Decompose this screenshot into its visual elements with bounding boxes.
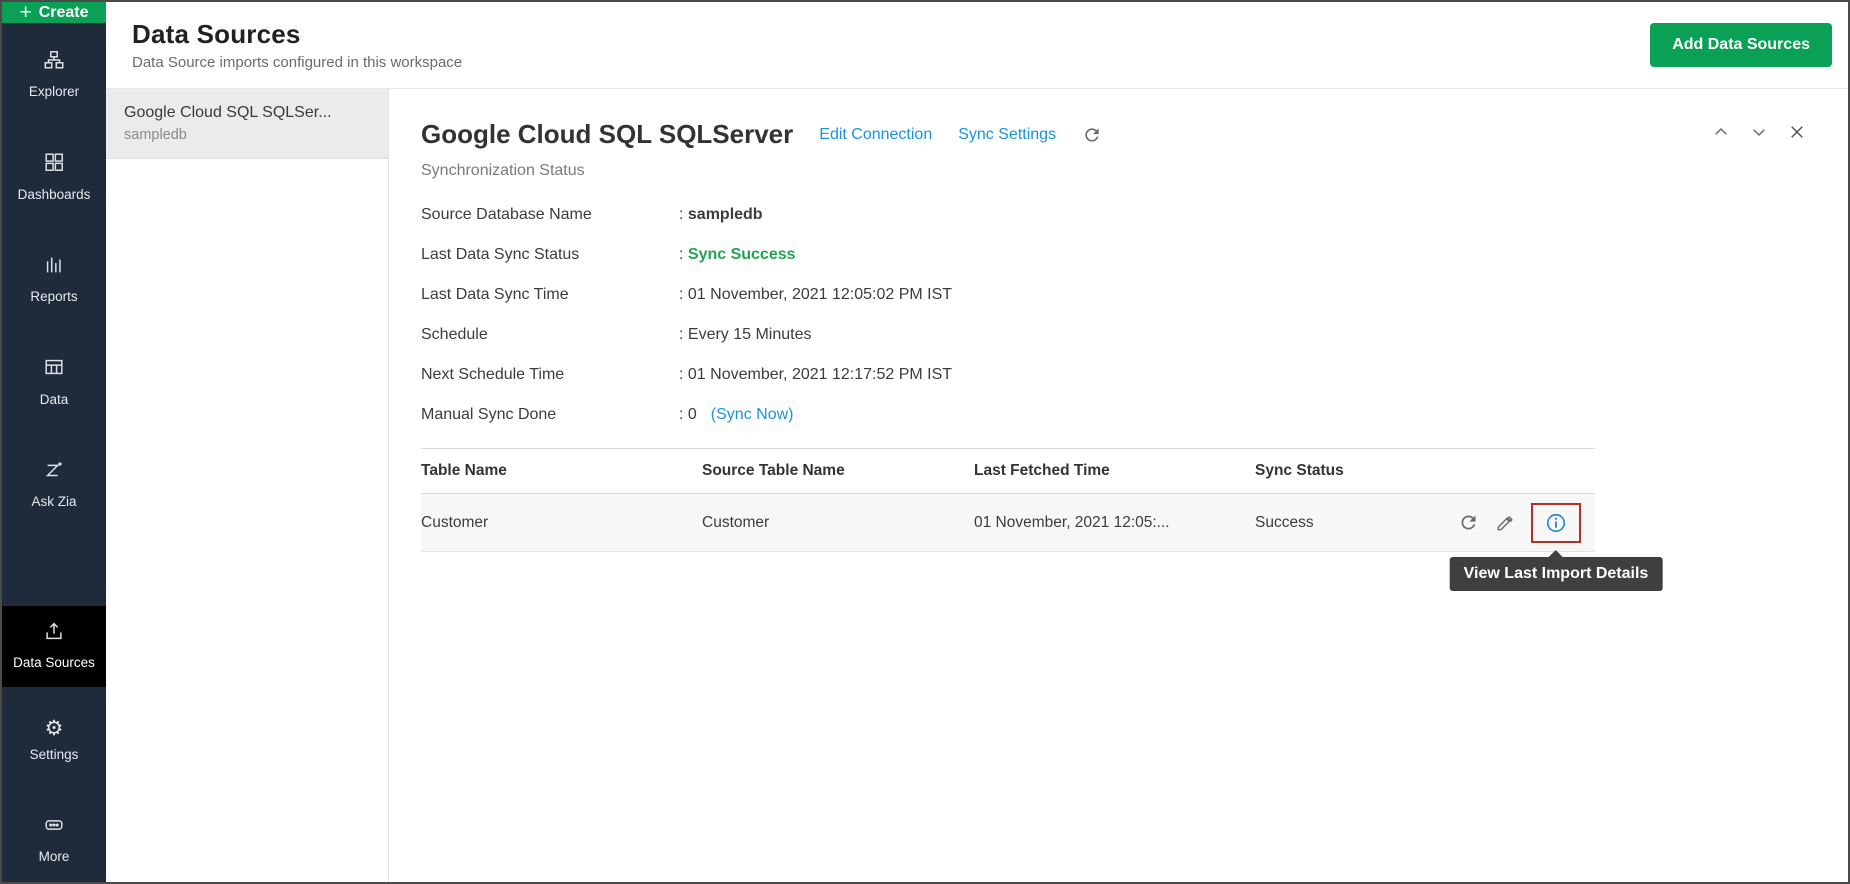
ask-zia-icon (43, 459, 65, 486)
sidebar: + Create Explorer Dashboards Report (2, 2, 106, 882)
field-source-database-name: Source Database Name sampledb (421, 204, 1808, 226)
info-icon[interactable] (1545, 512, 1567, 534)
cell-sync-status: Success (1255, 514, 1445, 532)
field-value: Every 15 Minutes (688, 326, 812, 343)
field-last-data-sync-time: Last Data Sync Time 01 November, 2021 12… (421, 284, 1808, 306)
sidebar-item-label: Ask Zia (31, 493, 76, 511)
source-list-panel: Google Cloud SQL SQLSer... sampledb (106, 89, 389, 882)
field-value: 0 (688, 406, 697, 423)
sidebar-item-settings[interactable]: ⚙ Settings (2, 707, 106, 774)
detail-panel: Google Cloud SQL SQLServer Edit Connecti… (389, 89, 1848, 882)
field-manual-sync-done: Manual Sync Done 0(Sync Now) (421, 404, 1808, 426)
column-header: Sync Status (1255, 462, 1445, 480)
field-schedule: Schedule Every 15 Minutes (421, 324, 1808, 346)
field-value: 01 November, 2021 12:05:02 PM IST (688, 286, 952, 303)
source-name: Google Cloud SQL SQLSer... (124, 104, 370, 122)
row-actions: View Last Import Details (1445, 503, 1595, 543)
sidebar-item-label: Explorer (29, 83, 79, 101)
dashboards-icon (43, 151, 65, 178)
table-header-row: Table Name Source Table Name Last Fetche… (421, 448, 1595, 494)
chevron-up-icon[interactable] (1712, 123, 1730, 141)
data-icon (43, 356, 65, 383)
sidebar-item-label: More (39, 848, 70, 866)
sidebar-item-data[interactable]: Data (2, 346, 106, 418)
field-last-data-sync-status: Last Data Sync Status Sync Success (421, 244, 1808, 266)
create-button[interactable]: + Create (2, 2, 106, 23)
sync-status-section-title: Synchronization Status (421, 162, 1808, 180)
cell-last-fetched-time: 01 November, 2021 12:05:... (974, 514, 1255, 532)
content-row: Google Cloud SQL SQLSer... sampledb Goog… (106, 89, 1848, 882)
cell-table-name: Customer (421, 514, 702, 532)
field-value: sampledb (688, 206, 763, 223)
field-next-schedule-time: Next Schedule Time 01 November, 2021 12:… (421, 364, 1808, 386)
sidebar-item-label: Reports (30, 288, 77, 306)
cell-source-table-name: Customer (702, 514, 974, 532)
sync-now-link[interactable]: (Sync Now) (711, 406, 794, 423)
sidebar-item-label: Data Sources (13, 654, 95, 672)
settings-gear-icon: ⚙ (45, 717, 64, 739)
sidebar-item-label: Settings (30, 746, 79, 764)
sidebar-item-data-sources[interactable]: Data Sources (2, 606, 106, 686)
page-title: Data Sources (132, 19, 462, 50)
sidebar-nav: Explorer Dashboards Reports Data (2, 23, 106, 882)
sidebar-item-explorer[interactable]: Explorer (2, 39, 106, 111)
sidebar-item-label: Data (40, 391, 69, 409)
sidebar-item-label: Dashboards (18, 186, 91, 204)
sidebar-item-reports[interactable]: Reports (2, 244, 106, 316)
column-header: Last Fetched Time (974, 462, 1255, 480)
data-sources-icon (43, 620, 65, 647)
create-button-label: Create (39, 4, 89, 22)
explorer-icon (43, 49, 65, 76)
field-value: 01 November, 2021 12:17:52 PM IST (688, 366, 952, 383)
last-import-highlight-box: View Last Import Details (1531, 503, 1581, 543)
chevron-down-icon[interactable] (1750, 123, 1768, 141)
column-header: Table Name (421, 462, 702, 480)
edit-connection-link[interactable]: Edit Connection (819, 126, 932, 144)
tables-sync-table: Table Name Source Table Name Last Fetche… (421, 448, 1595, 552)
source-database-name: sampledb (124, 127, 370, 143)
table-row: Customer Customer 01 November, 2021 12:0… (421, 494, 1595, 552)
page-header-text: Data Sources Data Source imports configu… (132, 19, 462, 71)
view-last-import-tooltip: View Last Import Details (1450, 557, 1663, 591)
detail-header-icons (1712, 123, 1806, 141)
detail-title: Google Cloud SQL SQLServer (421, 119, 793, 150)
sync-status-fields: Source Database Name sampledb Last Data … (421, 204, 1808, 426)
main-column: Data Sources Data Source imports configu… (106, 2, 1848, 882)
reports-icon (43, 254, 65, 281)
sync-settings-link[interactable]: Sync Settings (958, 126, 1056, 144)
close-icon[interactable] (1788, 123, 1806, 141)
more-icon (43, 814, 65, 841)
edit-pencil-icon[interactable] (1495, 513, 1515, 533)
source-list-item[interactable]: Google Cloud SQL SQLSer... sampledb (106, 89, 388, 159)
add-data-sources-button[interactable]: Add Data Sources (1650, 23, 1832, 67)
row-sync-refresh-icon[interactable] (1458, 512, 1479, 533)
sidebar-item-more[interactable]: More (2, 804, 106, 876)
app-window: + Create Explorer Dashboards Report (0, 0, 1850, 884)
page-header: Data Sources Data Source imports configu… (106, 2, 1848, 89)
detail-title-row: Google Cloud SQL SQLServer Edit Connecti… (421, 119, 1808, 150)
column-header: Source Table Name (702, 462, 974, 480)
page-subtitle: Data Source imports configured in this w… (132, 54, 462, 71)
refresh-icon[interactable] (1082, 125, 1102, 145)
sidebar-item-ask-zia[interactable]: Ask Zia (2, 449, 106, 521)
sync-success-status: Sync Success (688, 246, 796, 263)
plus-icon: + (19, 2, 31, 23)
sidebar-item-dashboards[interactable]: Dashboards (2, 141, 106, 213)
